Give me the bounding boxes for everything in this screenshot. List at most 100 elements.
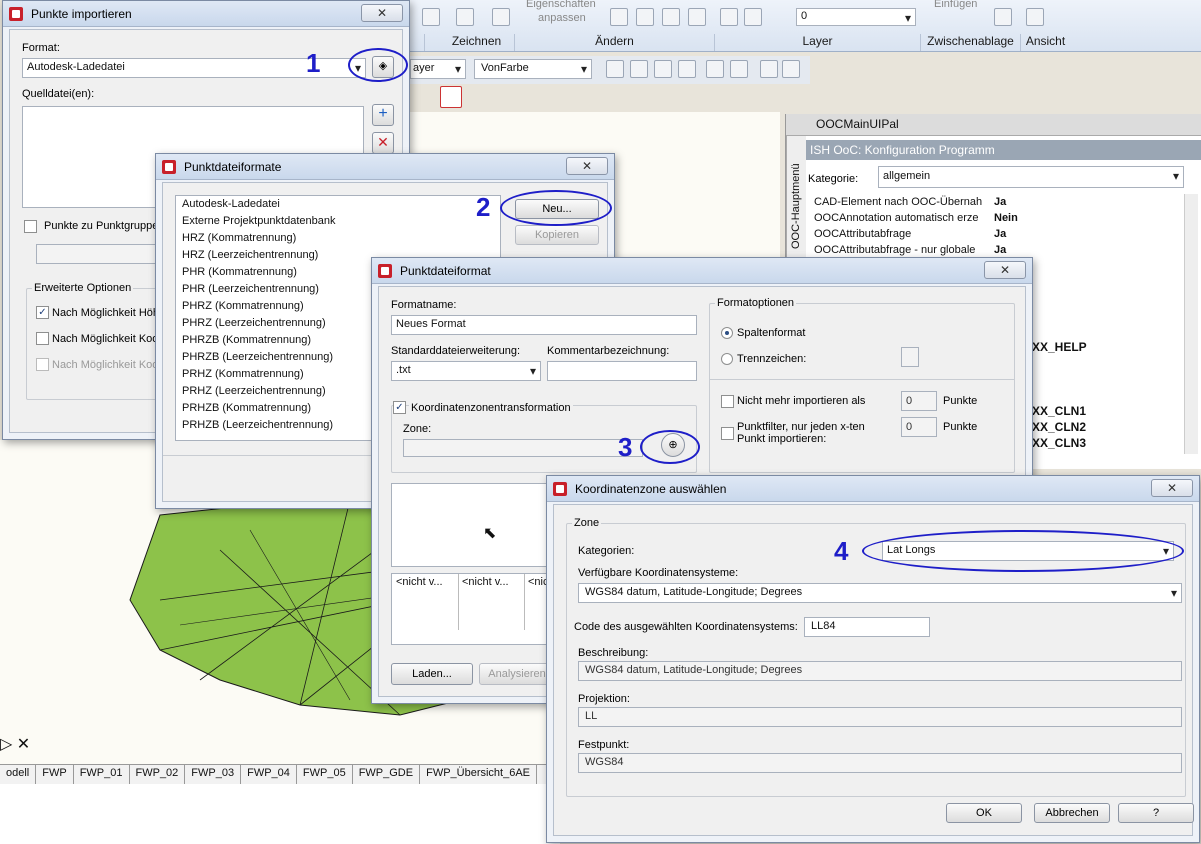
tab-fwp-gde[interactable]: FWP_GDE — [353, 765, 421, 784]
draworder-under-icon[interactable] — [678, 60, 696, 78]
measure-icon[interactable] — [706, 60, 724, 78]
ribbon-group-ansicht[interactable]: Ansicht — [1020, 34, 1070, 51]
fillet-icon[interactable] — [688, 8, 706, 26]
ribbon-group-aendern[interactable]: Ändern — [514, 34, 714, 51]
draworder-front-icon[interactable] — [654, 60, 672, 78]
palette-row-name[interactable]: CAD-Element nach OOC-Übernah — [814, 194, 982, 210]
hatch-icon[interactable] — [492, 8, 510, 26]
code-label: Code des ausgewählten Koordinatensystems… — [574, 621, 798, 633]
koord-checkbox[interactable]: ✓ — [393, 401, 406, 414]
tab-fwp-03[interactable]: FWP_03 — [185, 765, 242, 784]
array-icon[interactable] — [662, 8, 680, 26]
spaltenformat-label: Spaltenformat — [737, 327, 806, 339]
column-header[interactable]: <nicht v... — [462, 576, 509, 588]
bulb-icon[interactable] — [720, 8, 738, 26]
tab-fwp-04[interactable]: FWP_04 — [241, 765, 297, 784]
brush-icon[interactable] — [610, 8, 628, 26]
kopieren-button[interactable]: Kopieren — [515, 225, 599, 245]
trennzeichen-radio[interactable] — [721, 353, 733, 365]
tab-fwp-uebersicht[interactable]: FWP_Übersicht_6AE — [420, 765, 538, 784]
zone-input[interactable] — [403, 439, 643, 457]
zoom-icon[interactable] — [1026, 8, 1044, 26]
tab-fwp-02[interactable]: FWP_02 — [130, 765, 186, 784]
ribbon-group-layer[interactable]: Layer — [714, 34, 920, 51]
punktfilter-input[interactable]: 0 — [901, 417, 937, 437]
abbrechen-button[interactable]: Abbrechen — [1034, 803, 1110, 823]
option-koord1-checkbox[interactable] — [36, 332, 49, 345]
laden-button[interactable]: Laden... — [391, 663, 473, 685]
draworder-icon[interactable] — [606, 60, 624, 78]
tab-fwp-05[interactable]: FWP_05 — [297, 765, 353, 784]
projektion-label: Projektion: — [578, 693, 630, 705]
layer-prop-dropdown[interactable]: ayer — [410, 59, 466, 79]
layer-dropdown[interactable]: 0 — [796, 8, 916, 26]
close-button[interactable]: ✕ — [566, 157, 608, 175]
annotation-oval-2 — [500, 190, 612, 226]
palette-side-tab[interactable]: OOC-Hauptmenü — [786, 136, 806, 276]
sun-icon[interactable] — [744, 8, 762, 26]
copy-icon[interactable] — [636, 8, 654, 26]
draworder-back-icon[interactable] — [630, 60, 648, 78]
circle-icon[interactable] — [456, 8, 474, 26]
tab-fwp[interactable]: FWP — [36, 765, 74, 784]
close-button[interactable]: ✕ — [984, 261, 1026, 279]
color-prop-dropdown[interactable]: VonFarbe — [474, 59, 592, 79]
clipboard-icon[interactable] — [994, 8, 1012, 26]
tab-modell[interactable]: odell — [0, 765, 37, 784]
palette-item-cln2[interactable]: XX_CLN2 — [1032, 419, 1086, 435]
palette-row-name[interactable]: OOCAnnotation automatisch erze — [814, 210, 978, 226]
ribbon-group-zeichnen[interactable]: Zeichnen — [424, 34, 528, 51]
nicht-mehr-label: Nicht mehr importieren als — [737, 395, 866, 407]
comment-input[interactable] — [547, 361, 697, 381]
nicht-mehr-input[interactable]: 0 — [901, 391, 937, 411]
tab-fwp-01[interactable]: FWP_01 — [74, 765, 130, 784]
list-item[interactable]: Externe Projektpunktdatenbank — [176, 213, 500, 230]
app-icon — [553, 481, 567, 496]
dem-icon[interactable] — [440, 86, 462, 108]
formatname-input[interactable]: Neues Format — [391, 315, 697, 335]
punktfilter-checkbox[interactable] — [721, 427, 734, 440]
command-line[interactable] — [0, 784, 560, 844]
palette-row-value: Ja — [994, 196, 1007, 208]
spaltenformat-radio[interactable] — [721, 327, 733, 339]
image-icon[interactable] — [782, 60, 800, 78]
trennzeichen-input[interactable] — [901, 347, 919, 367]
option-hoehe-checkbox[interactable]: ✓ — [36, 306, 49, 319]
palette-scrollbar[interactable] — [1184, 194, 1198, 454]
preview-area[interactable] — [391, 483, 561, 567]
palette-row-value: Ja — [994, 228, 1007, 240]
close-button[interactable]: ✕ — [361, 4, 403, 22]
layout-tabs: odell FWP FWP_01 FWP_02 FWP_03 FWP_04 FW… — [0, 764, 560, 784]
option-koord2-checkbox[interactable] — [36, 358, 49, 371]
punktgruppe-dropdown[interactable] — [36, 244, 166, 264]
text-style-icon[interactable] — [760, 60, 778, 78]
nicht-mehr-checkbox[interactable] — [721, 395, 734, 408]
palette-row-name[interactable]: OOCAttributabfrage — [814, 226, 911, 242]
koordsystem-dropdown[interactable]: WGS84 datum, Latitude-Longitude; Degrees — [578, 583, 1182, 603]
kategorie-dropdown[interactable]: allgemein — [878, 166, 1184, 188]
dialog-title: Koordinatenzone auswählen — [575, 481, 727, 496]
column-table[interactable]: <nicht v... <nicht v... <nic — [391, 573, 561, 645]
punktfilter-label-2: Punkt importieren: — [737, 433, 827, 445]
column-header[interactable]: <nicht v... — [396, 576, 443, 588]
palette-item-help[interactable]: XX_HELP — [1032, 339, 1087, 355]
extension-dropdown[interactable]: .txt — [391, 361, 541, 381]
analysieren-button[interactable]: Analysieren — [479, 663, 555, 685]
festpunkt-label: Festpunkt: — [578, 739, 630, 751]
palette-row-name[interactable]: OOCAttributabfrage - nur globale — [814, 242, 975, 258]
list-item[interactable]: Autodesk-Ladedatei — [176, 196, 500, 213]
ribbon-group-zwischenablage[interactable]: Zwischenablage — [920, 34, 1020, 51]
help-button[interactable]: ? — [1118, 803, 1194, 823]
close-button[interactable]: ✕ — [1151, 479, 1193, 497]
ribbon-eigenschaften-label: Eigenschaften — [526, 0, 596, 10]
polyline-icon[interactable] — [422, 8, 440, 26]
list-item[interactable]: HRZ (Kommatrennung) — [176, 230, 500, 247]
add-file-icon[interactable]: + — [372, 104, 394, 126]
palette-item-cln3[interactable]: XX_CLN3 — [1032, 435, 1086, 451]
code-input[interactable]: LL84 — [804, 617, 930, 637]
palette-item-cln1[interactable]: XX_CLN1 — [1032, 403, 1086, 419]
punktgruppe-checkbox[interactable] — [24, 220, 37, 233]
attach-icon[interactable] — [730, 60, 748, 78]
remove-file-icon[interactable]: ✕ — [372, 132, 394, 154]
ok-button[interactable]: OK — [946, 803, 1022, 823]
